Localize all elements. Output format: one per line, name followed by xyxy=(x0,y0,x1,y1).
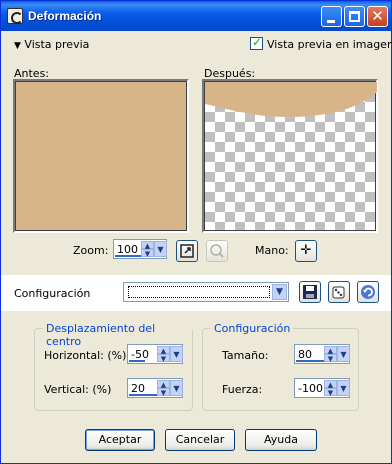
title-bar[interactable]: Deformación ✕ xyxy=(1,1,391,31)
triangle-down-icon: ▼ xyxy=(14,41,21,51)
chevron-down-icon[interactable]: ▼ xyxy=(272,284,287,300)
hand-label: Mano: xyxy=(255,244,289,257)
window-title: Deformación xyxy=(28,9,102,23)
maximize-icon xyxy=(349,11,360,22)
preview-in-image-label: Vista previa en imagen xyxy=(267,38,392,51)
dice-icon xyxy=(332,286,345,299)
preset-value xyxy=(128,286,270,298)
undo-arrow-icon xyxy=(361,285,375,299)
horizontal-spinner[interactable]: -50 ▲ ▼ ▼ xyxy=(127,344,183,364)
center-offset-group: Desplazamiento del centro xyxy=(34,322,193,411)
deformation-dialog: Deformación ✕ ▼ Vista previa Vista previ… xyxy=(0,0,392,464)
settings-group: Configuración xyxy=(202,322,359,411)
vertical-label: Vertical: (%) xyxy=(44,383,112,396)
vertical-dropdown-icon[interactable]: ▼ xyxy=(170,380,183,396)
preview-toggle-label: Vista previa xyxy=(24,38,90,51)
minimize-icon xyxy=(327,20,335,23)
vertical-spinner[interactable]: 20 ▲ ▼ ▼ xyxy=(127,378,183,398)
size-spinner[interactable]: 80 ▲ ▼ ▼ xyxy=(294,344,350,364)
settings-group-title: Configuración xyxy=(211,322,294,335)
horizontal-dropdown-icon[interactable]: ▼ xyxy=(170,346,183,362)
zoom-level-bar xyxy=(115,255,141,257)
spin-up-icon[interactable]: ▲ xyxy=(157,380,170,389)
strength-value: -100 xyxy=(298,382,323,395)
strength-spinner[interactable]: -100 ▲ ▼ ▼ xyxy=(294,378,350,398)
strength-dropdown-icon[interactable]: ▼ xyxy=(337,380,350,396)
randomize-button[interactable] xyxy=(328,281,350,303)
size-arrows[interactable]: ▲ ▼ xyxy=(324,346,337,363)
spin-down-icon[interactable]: ▼ xyxy=(141,249,154,258)
hand-tool-button[interactable]: ✛ xyxy=(295,240,317,262)
config-label: Configuración xyxy=(14,287,91,300)
strength-label: Fuerza: xyxy=(222,383,263,396)
help-button[interactable]: Ayuda xyxy=(245,429,317,451)
zoom-spinner[interactable]: 100 ▲ ▼ ▼ xyxy=(113,239,167,259)
zoom-actual-button[interactable] xyxy=(206,240,228,262)
zoom-arrows[interactable]: ▲ ▼ xyxy=(141,241,154,258)
reset-button[interactable] xyxy=(357,281,379,303)
spin-down-icon[interactable]: ▼ xyxy=(324,354,337,363)
fit-window-icon xyxy=(180,244,194,258)
cancel-button[interactable]: Cancelar xyxy=(165,429,235,451)
before-preview xyxy=(13,79,189,233)
magnifier-icon xyxy=(210,244,224,258)
preview-toggle[interactable]: ▼ Vista previa xyxy=(14,38,89,51)
spin-up-icon[interactable]: ▲ xyxy=(141,241,154,250)
preview-in-image-checkbox[interactable] xyxy=(250,35,263,50)
floppy-disk-icon xyxy=(303,285,317,299)
before-image xyxy=(15,81,187,231)
strength-arrows[interactable]: ▲ ▼ xyxy=(324,380,337,397)
vertical-arrows[interactable]: ▲ ▼ xyxy=(157,380,170,397)
spin-down-icon[interactable]: ▼ xyxy=(324,388,337,397)
spin-down-icon[interactable]: ▼ xyxy=(157,354,170,363)
spin-up-icon[interactable]: ▲ xyxy=(324,346,337,355)
spin-down-icon[interactable]: ▼ xyxy=(157,388,170,397)
horizontal-label: Horizontal: (%) xyxy=(44,349,127,362)
horizontal-arrows[interactable]: ▲ ▼ xyxy=(157,346,170,363)
after-image xyxy=(204,81,377,231)
deformed-shape xyxy=(205,82,377,117)
minimize-button[interactable] xyxy=(321,6,342,27)
spin-up-icon[interactable]: ▲ xyxy=(157,346,170,355)
save-preset-button[interactable] xyxy=(299,281,321,303)
close-button[interactable]: ✕ xyxy=(367,6,388,27)
after-preview[interactable] xyxy=(202,79,378,233)
maximize-button[interactable] xyxy=(344,6,365,27)
size-dropdown-icon[interactable]: ▼ xyxy=(337,346,350,362)
zoom-dropdown-icon[interactable]: ▼ xyxy=(154,241,167,257)
preset-combo[interactable]: ▼ xyxy=(123,282,289,302)
spin-up-icon[interactable]: ▲ xyxy=(324,380,337,389)
zoom-label: Zoom: xyxy=(73,244,109,257)
ok-button[interactable]: Aceptar xyxy=(85,429,155,451)
zoom-fit-button[interactable] xyxy=(176,240,198,262)
close-icon: ✕ xyxy=(371,7,384,25)
app-icon xyxy=(7,8,23,24)
horizontal-level-bar xyxy=(129,360,145,362)
move-icon: ✛ xyxy=(300,243,312,258)
size-label: Tamaño: xyxy=(222,349,269,362)
